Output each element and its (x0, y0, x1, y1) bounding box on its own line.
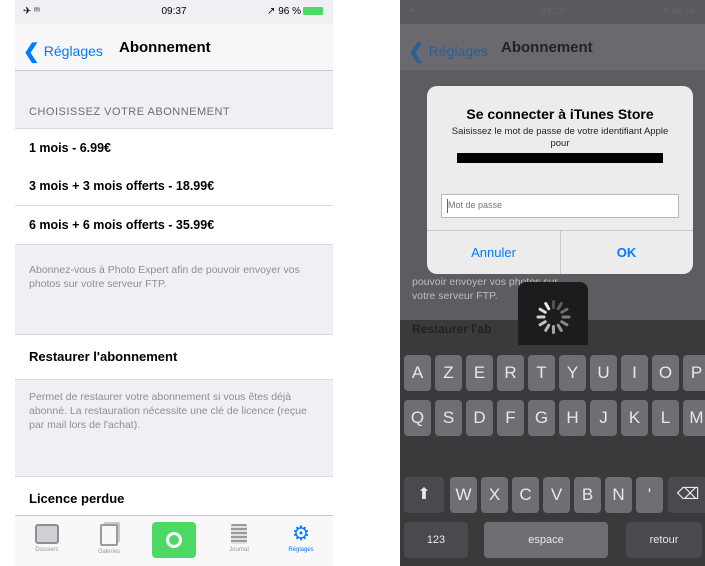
battery-indicator: ↗ 96 % (661, 6, 695, 17)
plan-option-1-month[interactable]: 1 mois - 6.99€ (15, 128, 333, 168)
key-q[interactable]: Q (404, 400, 431, 436)
itunes-login-dialog: Se connecter à iTunes Store Saisissez le… (427, 86, 693, 274)
itunes-login-screen: ✈ 09:38 ↗ 96 % ❮ Réglages Abonnement pouv… (400, 0, 705, 566)
key-c[interactable]: C (512, 477, 539, 513)
back-button[interactable]: ❮ Réglages (23, 39, 103, 64)
ok-button[interactable]: OK (560, 230, 693, 274)
key-h[interactable]: H (559, 400, 586, 436)
tab-galeries[interactable]: Galeries (81, 516, 137, 566)
key-a[interactable]: A (404, 355, 431, 391)
tab-bar: Dossiers Galeries Journal ⚙ Réglages (15, 515, 333, 566)
page-title: Abonnement (501, 39, 593, 56)
key-t[interactable]: T (528, 355, 555, 391)
backspace-icon: ⌫ (676, 486, 700, 503)
text-caret (447, 199, 448, 213)
restore-label: Restaurer l'abonnement (29, 349, 178, 364)
key-p[interactable]: P (683, 355, 705, 391)
camera-icon (152, 522, 196, 558)
plan-option-6-months[interactable]: 6 mois + 6 mois offerts - 35.99€ (15, 206, 333, 245)
tab-camera[interactable] (146, 516, 202, 566)
key-d[interactable]: D (466, 400, 493, 436)
password-input[interactable] (442, 195, 674, 215)
key-z[interactable]: Z (435, 355, 462, 391)
back-label: Réglages (43, 43, 103, 59)
page-title: Abonnement (119, 39, 211, 56)
plan-option-3-months[interactable]: 3 mois + 3 mois offerts - 18.99€ (15, 167, 333, 206)
key-l[interactable]: L (652, 400, 679, 436)
spinner-spoke (556, 323, 564, 333)
key-b[interactable]: B (574, 477, 601, 513)
back-label: Réglages (428, 43, 488, 59)
back-button[interactable]: ❮ Réglages (408, 39, 488, 64)
status-bar: ✈ 09:38 ↗ 96 % (400, 0, 705, 24)
spinner-spoke (552, 325, 555, 334)
navigation-bar: ❮ Réglages Abonnement (15, 24, 333, 71)
spinner-spoke (552, 300, 555, 309)
redacted-apple-id (457, 153, 663, 163)
keyboard: 123 espace retour ⬆ ⌫ AZERTYUIOP QSDFGHJK… (400, 345, 705, 566)
journal-icon (231, 524, 247, 544)
loading-spinner-icon (518, 282, 588, 352)
key-o[interactable]: O (652, 355, 679, 391)
tab-dossiers[interactable]: Dossiers (19, 516, 75, 566)
battery-icon (303, 7, 323, 16)
tab-label: Journal (229, 547, 249, 553)
lost-license-label: Licence perdue (29, 491, 125, 506)
gear-icon: ⚙ (292, 523, 310, 545)
key-g[interactable]: G (528, 400, 555, 436)
spinner-spoke (536, 315, 546, 319)
key-f[interactable]: F (497, 400, 524, 436)
spinner-spoke (561, 315, 571, 319)
shift-key[interactable]: ⬆ (404, 477, 444, 513)
tray-icon (35, 524, 59, 544)
pages-icon (100, 524, 118, 546)
navigation-bar: ❮ Réglages Abonnement (400, 24, 705, 70)
dialog-message: Saisissez le mot de passe de votre ident… (451, 126, 669, 149)
spinner-spoke (559, 307, 569, 315)
tab-label: Dossiers (35, 547, 59, 553)
restore-subscription-button[interactable]: Restaurer l'abonnement (15, 334, 333, 380)
plans-footer: Abonnez-vous à Photo Expert afin de pouv… (29, 264, 300, 290)
key-i[interactable]: I (621, 355, 648, 391)
spinner-spoke (543, 323, 551, 333)
backspace-key[interactable]: ⌫ (668, 477, 705, 513)
key-r[interactable]: R (497, 355, 524, 391)
status-time: 09:38 (539, 6, 566, 17)
numbers-key[interactable]: 123 (404, 522, 468, 558)
dialog-title: Se connecter à iTunes Store (466, 106, 654, 122)
return-key[interactable]: retour (626, 522, 702, 558)
tab-journal[interactable]: Journal (211, 516, 267, 566)
shift-icon: ⬆ (417, 486, 431, 503)
cancel-button[interactable]: Annuler (427, 230, 561, 274)
key-x[interactable]: X (481, 477, 508, 513)
key-k[interactable]: K (621, 400, 648, 436)
tab-reglages[interactable]: ⚙ Réglages (273, 516, 329, 566)
dimmed-restore: Restaurer l'ab (412, 322, 492, 336)
key-u[interactable]: U (590, 355, 617, 391)
chevron-left-icon: ❮ (23, 41, 40, 63)
key-w[interactable]: W (450, 477, 477, 513)
key-e[interactable]: E (466, 355, 493, 391)
chevron-left-icon: ❮ (408, 41, 425, 63)
password-field-wrapper (441, 194, 679, 218)
section-header: CHOISISSEZ VOTRE ABONNEMENT (29, 106, 231, 118)
settings-screen: ✈ ᵐ 09:37 ↗ 96 % ❮ Réglages Abonnement CH… (15, 0, 333, 566)
space-key[interactable]: espace (484, 522, 608, 558)
key-y[interactable]: Y (559, 355, 586, 391)
key-n[interactable]: N (605, 477, 632, 513)
key-m[interactable]: M (683, 400, 705, 436)
plan-label: 1 mois - 6.99€ (29, 141, 111, 155)
tab-label: Galeries (97, 549, 121, 555)
tab-label: Réglages (288, 547, 314, 553)
plan-label: 3 mois + 3 mois offerts - 18.99€ (29, 179, 215, 193)
key-s[interactable]: S (435, 400, 462, 436)
restore-footer: Permet de restaurer votre abonnement si … (29, 391, 307, 431)
key-j[interactable]: J (590, 400, 617, 436)
key-apostrophe[interactable]: ' (636, 477, 663, 513)
battery-indicator: ↗ 96 % (267, 6, 323, 17)
status-bar: ✈ ᵐ 09:37 ↗ 96 % (15, 0, 333, 24)
spinner-spoke (559, 319, 569, 327)
plan-label: 6 mois + 6 mois offerts - 35.99€ (29, 218, 215, 232)
key-v[interactable]: V (543, 477, 570, 513)
